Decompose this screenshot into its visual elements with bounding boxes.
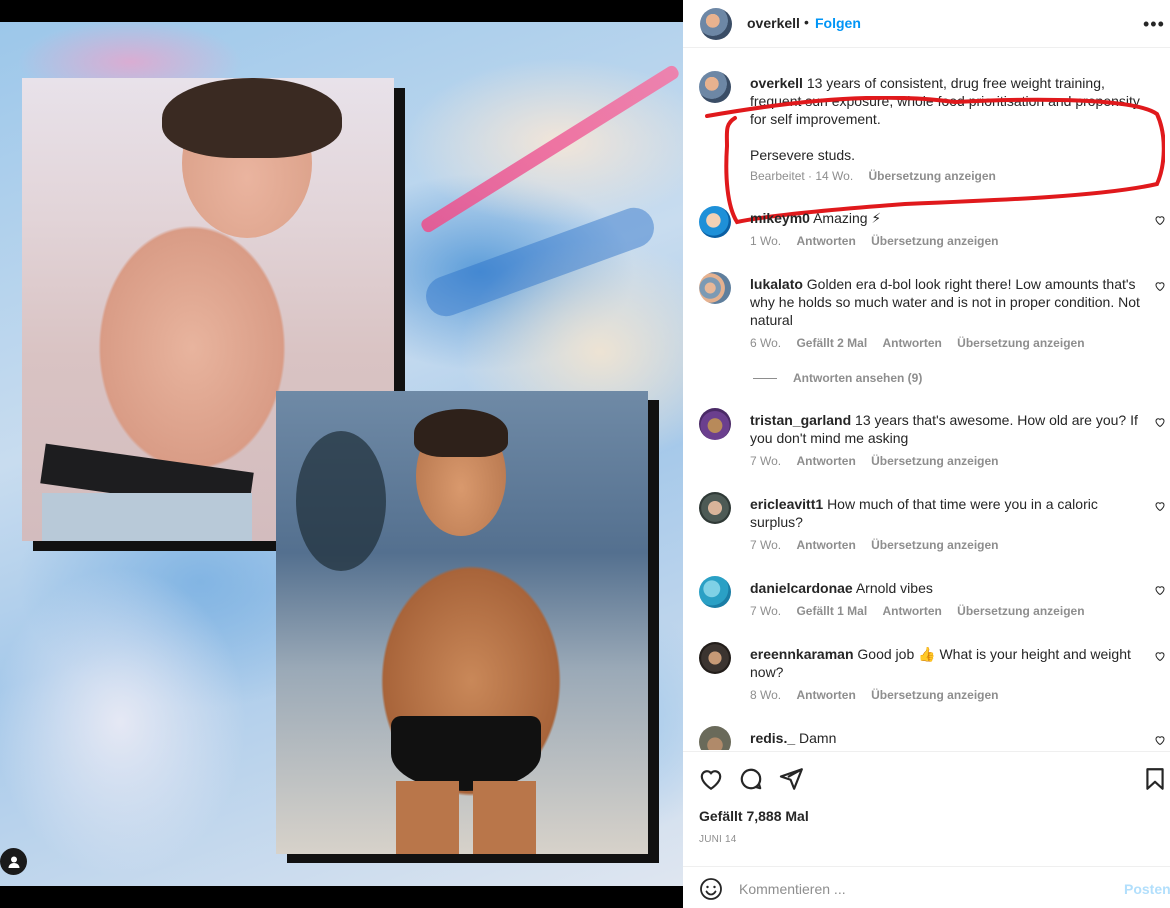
comment-text: tristan_garland 13 years that's awesome.…: [750, 411, 1150, 447]
after-swim-trunks: [391, 716, 541, 791]
avatar[interactable]: [699, 408, 731, 440]
separator-dot: •: [804, 14, 809, 30]
comment-text: danielcardonae Arnold vibes: [750, 579, 1150, 597]
after-legs: [396, 781, 536, 854]
heart-icon[interactable]: [1154, 584, 1166, 596]
more-icon[interactable]: •••: [1143, 14, 1165, 35]
comment-text: lukalato Golden era d-bol look right the…: [750, 275, 1150, 329]
comment-icon[interactable]: [738, 766, 764, 792]
comment-meta: 6 Wo. Gefällt 2 Mal Antworten Übersetzun…: [750, 336, 1097, 350]
before-hair: [162, 78, 342, 158]
reply-button[interactable]: Antworten: [796, 688, 855, 702]
heart-icon[interactable]: [1154, 214, 1166, 226]
after-photo: [276, 391, 648, 854]
comment-age: 7 Wo.: [750, 538, 782, 552]
avatar[interactable]: [699, 71, 731, 103]
avatar[interactable]: [700, 8, 732, 40]
comment-age: 1 Wo.: [750, 234, 782, 248]
caption-username[interactable]: overkell: [750, 75, 803, 91]
post-media[interactable]: [0, 0, 683, 908]
avatar[interactable]: [699, 576, 731, 608]
translate-button[interactable]: Übersetzung anzeigen: [869, 169, 996, 183]
caption-body-2: Persevere studs.: [750, 147, 856, 163]
comments-panel: overkell • Folgen ••• overkell 13 years …: [683, 0, 1170, 908]
comment-username[interactable]: redis._: [750, 730, 795, 746]
comment-username[interactable]: mikeym0: [750, 210, 810, 226]
comment-username[interactable]: lukalato: [750, 276, 803, 292]
caption-body: 13 years of consistent, drug free weight…: [750, 75, 1140, 127]
likes-count[interactable]: Gefällt 1 Mal: [796, 604, 867, 618]
owner-username[interactable]: overkell: [747, 15, 800, 31]
avatar[interactable]: [699, 272, 731, 304]
avatar[interactable]: [699, 492, 731, 524]
paint-stroke: [420, 202, 660, 322]
comment-composer: Posten: [683, 866, 1170, 908]
comment-text: redis._ Damn: [750, 729, 1150, 747]
follow-button[interactable]: Folgen: [815, 15, 861, 31]
after-hair: [414, 409, 508, 457]
caption-text: overkell 13 years of consistent, drug fr…: [750, 74, 1160, 164]
post-date[interactable]: JUNI 14: [699, 834, 737, 845]
comment-input[interactable]: [739, 877, 1099, 901]
heart-icon[interactable]: [1154, 416, 1166, 428]
comment-age: 7 Wo.: [750, 604, 782, 618]
comment-body: Golden era d-bol look right there! Low a…: [750, 276, 1140, 328]
comment-username[interactable]: danielcardonae: [750, 580, 853, 596]
translate-button[interactable]: Übersetzung anzeigen: [871, 234, 998, 248]
reply-button[interactable]: Antworten: [883, 336, 942, 350]
view-replies-label: Antworten ansehen (9): [793, 371, 923, 385]
comments-list[interactable]: overkell 13 years of consistent, drug fr…: [683, 56, 1170, 750]
translate-button[interactable]: Übersetzung anzeigen: [871, 538, 998, 552]
emoji-icon[interactable]: [699, 877, 723, 901]
post-header: overkell • Folgen •••: [683, 0, 1170, 48]
comment-age: 6 Wo.: [750, 336, 782, 350]
comment-text: ereennkaraman Good job 👍 What is your he…: [750, 645, 1150, 681]
comment-body: Amazing ⚡: [813, 210, 882, 226]
reply-button[interactable]: Antworten: [883, 604, 942, 618]
reply-button[interactable]: Antworten: [796, 454, 855, 468]
comment-username[interactable]: tristan_garland: [750, 412, 851, 428]
edited-label: Bearbeitet · 14 Wo.: [750, 169, 854, 183]
comment-username[interactable]: ereennkaraman: [750, 646, 854, 662]
heart-icon[interactable]: [1154, 650, 1166, 662]
comment-text: mikeym0 Amazing ⚡: [750, 209, 1150, 227]
post-button[interactable]: Posten: [1124, 881, 1170, 897]
comment-meta: 8 Wo. Antworten Übersetzung anzeigen: [750, 688, 1011, 702]
comment-age: 8 Wo.: [750, 688, 782, 702]
user-icon[interactable]: [0, 848, 27, 875]
avatar[interactable]: [699, 206, 731, 238]
bookmark-icon[interactable]: [1142, 766, 1168, 792]
view-replies-button[interactable]: Antworten ansehen (9): [753, 371, 922, 385]
comment-meta: 1 Wo. Antworten Übersetzung anzeigen: [750, 234, 1011, 248]
comment-text: ericleavitt1 How much of that time were …: [750, 495, 1150, 531]
likes-count[interactable]: Gefällt 7,888 Mal: [699, 808, 809, 824]
post-actions: Gefällt 7,888 Mal JUNI 14: [683, 751, 1170, 866]
comment-body: Arnold vibes: [855, 580, 933, 596]
divider: [753, 378, 777, 380]
comment-meta: 7 Wo. Antworten Übersetzung anzeigen: [750, 538, 1011, 552]
heart-icon[interactable]: [1154, 280, 1166, 292]
avatar[interactable]: [699, 726, 731, 750]
likes-count[interactable]: Gefällt 2 Mal: [796, 336, 867, 350]
before-jeans: [42, 493, 252, 541]
heart-icon[interactable]: [1154, 500, 1166, 512]
comment-username[interactable]: ericleavitt1: [750, 496, 823, 512]
heart-icon[interactable]: [1154, 734, 1166, 746]
caption-meta: Bearbeitet · 14 Wo. Übersetzung anzeigen: [750, 169, 1008, 183]
translate-button[interactable]: Übersetzung anzeigen: [957, 336, 1084, 350]
comment-body: Damn: [799, 730, 837, 746]
translate-button[interactable]: Übersetzung anzeigen: [957, 604, 1084, 618]
reply-button[interactable]: Antworten: [796, 538, 855, 552]
share-icon[interactable]: [778, 766, 804, 792]
painted-background: [0, 22, 683, 886]
avatar[interactable]: [699, 642, 731, 674]
reply-button[interactable]: Antworten: [796, 234, 855, 248]
translate-button[interactable]: Übersetzung anzeigen: [871, 688, 998, 702]
comment-meta: 7 Wo. Antworten Übersetzung anzeigen: [750, 454, 1011, 468]
heart-icon[interactable]: [698, 766, 724, 792]
comment-meta: 7 Wo. Gefällt 1 Mal Antworten Übersetzun…: [750, 604, 1097, 618]
comment-age: 7 Wo.: [750, 454, 782, 468]
translate-button[interactable]: Übersetzung anzeigen: [871, 454, 998, 468]
